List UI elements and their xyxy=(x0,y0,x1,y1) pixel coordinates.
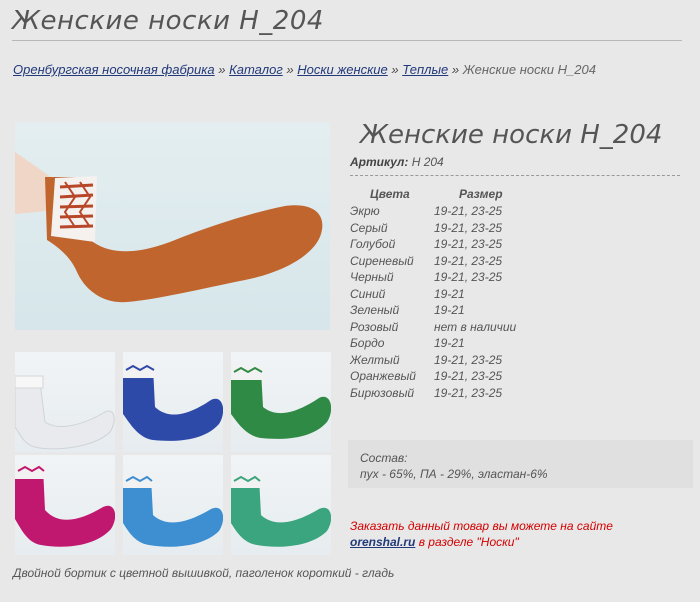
page-title: Женские носки Н_204 xyxy=(12,6,324,36)
color-cell: Серый xyxy=(350,220,388,235)
table-row: Экрю 19-21, 23-25 xyxy=(350,203,516,220)
color-cell: Бирюзовый xyxy=(350,385,415,400)
article-divider xyxy=(350,175,680,176)
order-section-text: в разделе "Носки" xyxy=(418,535,519,549)
sock-illustration xyxy=(15,152,323,303)
breadcrumb-link-factory[interactable]: Оренбургская носочная фабрика xyxy=(13,62,215,77)
size-cell: 19-21, 23-25 xyxy=(434,237,503,252)
size-cell: 19-21, 23-25 xyxy=(434,253,503,268)
article-info: Артикул: Н 204 xyxy=(350,155,444,169)
thumbnail-turquoise[interactable] xyxy=(231,455,331,555)
shop-link[interactable]: orenshal.ru xyxy=(350,535,415,549)
composition-value: пух - 65%, ПА - 29%, эластан-6% xyxy=(360,467,548,481)
color-cell: Сиреневый xyxy=(350,253,414,268)
color-cell: Бордо xyxy=(350,336,385,351)
order-note: Заказать данный товар вы можете на сайте… xyxy=(350,518,613,550)
color-cell: Зеленый xyxy=(350,303,400,318)
composition-box: Состав: пух - 65%, ПА - 29%, эластан-6% xyxy=(348,440,693,488)
table-row: Бордо 19-21 xyxy=(350,335,516,352)
header-colors: Цвета xyxy=(370,187,410,201)
color-cell: Розовый xyxy=(350,319,399,334)
size-cell: 19-21, 23-25 xyxy=(434,270,503,285)
order-line: Заказать данный товар вы можете на сайте xyxy=(350,519,613,533)
thumbnail-blue[interactable] xyxy=(123,352,223,452)
article-value: Н 204 xyxy=(411,155,444,169)
breadcrumb: Оренбургская носочная фабрика » Каталог … xyxy=(13,62,596,77)
table-row: Сиреневый 19-21, 23-25 xyxy=(350,253,516,270)
sock-thumb-pink xyxy=(15,465,115,547)
table-row: Желтый 19-21, 23-25 xyxy=(350,352,516,369)
breadcrumb-link-womens-socks[interactable]: Носки женские xyxy=(297,62,388,77)
product-description: Двойной бортик с цветной вышивкой, пагол… xyxy=(13,566,395,580)
breadcrumb-link-catalog[interactable]: Каталог xyxy=(229,62,283,77)
thumbnail-ecru[interactable] xyxy=(15,352,115,452)
order-line-2: orenshal.ru в разделе "Носки" xyxy=(350,534,613,550)
table-row: Зеленый 19-21 xyxy=(350,302,516,319)
size-cell: нет в наличии xyxy=(434,319,517,334)
size-cell: 19-21, 23-25 xyxy=(434,204,503,219)
size-cell: 19-21, 23-25 xyxy=(434,352,503,367)
title-divider xyxy=(12,40,682,41)
breadcrumb-current: Женские носки Н_204 xyxy=(462,62,596,77)
size-cell: 19-21, 23-25 xyxy=(434,369,503,384)
thumbnail-light-blue[interactable] xyxy=(123,455,223,555)
sock-thumb-ecru xyxy=(15,375,115,450)
breadcrumb-separator: » xyxy=(451,62,460,77)
color-cell: Голубой xyxy=(350,237,396,252)
article-label: Артикул: xyxy=(350,155,409,169)
color-cell: Экрю xyxy=(350,204,380,219)
composition-label: Состав: xyxy=(360,451,408,465)
breadcrumb-link-warm[interactable]: Теплые xyxy=(402,62,448,77)
product-title: Женские носки Н_204 xyxy=(360,120,663,150)
thumbnail-green[interactable] xyxy=(231,352,331,452)
table-row: Черный 19-21, 23-25 xyxy=(350,269,516,286)
table-row: Оранжевый 19-21, 23-25 xyxy=(350,368,516,385)
size-cell: 19-21 xyxy=(434,303,465,318)
sock-thumb-blue xyxy=(123,364,223,441)
color-cell: Оранжевый xyxy=(350,369,416,384)
thumbnail-pink[interactable] xyxy=(15,455,115,555)
size-cell: 19-21, 23-25 xyxy=(434,220,503,235)
size-cell: 19-21 xyxy=(434,336,465,351)
table-row: Бирюзовый 19-21, 23-25 xyxy=(350,385,516,402)
table-row: Синий 19-21 xyxy=(350,286,516,303)
sock-thumb-light-blue xyxy=(123,475,223,547)
table-row: Голубой 19-21, 23-25 xyxy=(350,236,516,253)
color-cell: Синий xyxy=(350,286,386,301)
color-cell: Черный xyxy=(350,270,394,285)
color-cell: Желтый xyxy=(350,352,400,367)
table-row: Серый 19-21, 23-25 xyxy=(350,220,516,237)
breadcrumb-separator: » xyxy=(218,62,226,77)
size-cell: 19-21, 23-25 xyxy=(434,385,503,400)
main-product-photo[interactable] xyxy=(15,122,330,330)
size-cell: 19-21 xyxy=(434,286,465,301)
breadcrumb-separator: » xyxy=(391,62,399,77)
colors-sizes-table: Цвета Размер Экрю 19-21, 23-25 Серый 19-21… xyxy=(350,187,516,401)
sock-thumb-turquoise xyxy=(231,475,331,547)
table-header-row: Цвета Размер xyxy=(350,187,516,203)
table-row: Розовый нет в наличии xyxy=(350,319,516,336)
breadcrumb-separator: » xyxy=(286,62,294,77)
sock-thumb-green xyxy=(231,366,331,439)
header-size: Размер xyxy=(459,187,503,201)
